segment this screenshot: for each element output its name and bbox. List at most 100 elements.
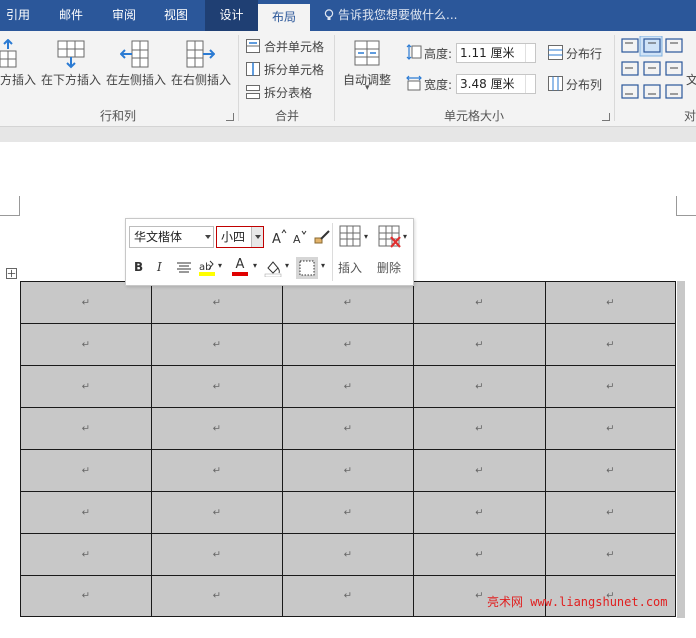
bold-button[interactable]: B (134, 260, 143, 274)
table-cell[interactable]: ↵ (20, 491, 151, 533)
table-cell[interactable]: ↵ (413, 281, 545, 323)
borders-dropdown-icon[interactable]: ▾ (321, 261, 325, 270)
table-cell[interactable]: ↵ (545, 281, 676, 323)
insert-above-button[interactable]: 方插入 (0, 71, 36, 88)
table-cell[interactable]: ↵ (151, 491, 282, 533)
cell-end-mark: ↵ (212, 381, 222, 392)
table-cell[interactable]: ↵ (413, 365, 545, 407)
cell-end-mark: ↵ (475, 465, 484, 476)
insert-right-button[interactable]: 在右侧插入 (171, 71, 231, 88)
table-cell[interactable]: ↵ (545, 323, 676, 365)
split-cells-button[interactable]: 拆分单元格 (264, 61, 324, 78)
grow-font-icon[interactable]: A (271, 229, 287, 245)
font-color-button[interactable]: A (232, 257, 248, 276)
tab-review[interactable]: 审阅 (102, 0, 146, 31)
delete-table-icon[interactable] (378, 225, 402, 249)
cell-size-launcher-icon[interactable] (602, 113, 610, 121)
table-move-handle-icon[interactable] (6, 268, 17, 279)
tab-references[interactable]: 引用 (0, 0, 36, 31)
table-cell[interactable]: ↵ (282, 365, 413, 407)
delete-button[interactable]: 删除 (377, 259, 401, 276)
table-cell[interactable]: ↵ (413, 449, 545, 491)
highlight-color-icon[interactable]: ab (198, 259, 216, 277)
table-cell[interactable]: ↵ (282, 491, 413, 533)
highlight-dropdown-icon[interactable]: ▾ (218, 261, 222, 270)
autofit-dropdown-icon[interactable]: ▾ (365, 83, 370, 93)
font-name-dropdown-icon[interactable] (205, 235, 211, 239)
table-cell[interactable]: ↵ (151, 575, 282, 617)
insert-dropdown-icon[interactable]: ▾ (364, 232, 368, 241)
insert-button[interactable]: 插入 (338, 259, 362, 276)
tab-view[interactable]: 视图 (154, 0, 198, 31)
table-cell[interactable]: ↵ (282, 449, 413, 491)
width-spinner-icon[interactable] (525, 75, 535, 93)
insert-table-icon[interactable] (339, 225, 363, 249)
ribbon-layout-panel: 方插入 在下方插入 在左侧插入 在右侧插入 行和列 合并单元格 拆分单元格 拆分… (0, 31, 696, 127)
ribbon-tab-bar: 引用 邮件 审阅 视图 设计 布局 告诉我您想要做什么... (0, 0, 696, 31)
table-cell[interactable]: ↵ (20, 323, 151, 365)
table-cell[interactable]: ↵ (282, 323, 413, 365)
table-cell[interactable]: ↵ (545, 533, 676, 575)
font-size-dropdown-icon[interactable] (251, 227, 263, 247)
font-name-box[interactable]: 华文楷体 (129, 226, 214, 248)
table-cell[interactable]: ↵ (20, 533, 151, 575)
table-cell[interactable]: ↵ (151, 407, 282, 449)
tab-mailings[interactable]: 邮件 (48, 0, 94, 31)
table-cell[interactable]: ↵ (20, 365, 151, 407)
table-cell[interactable]: ↵ (20, 281, 151, 323)
mini-toolbar: 华文楷体 小四 A A B I ab ▾ A ▾ ▾ ▾ ▾ 插入 ▾ 删除 (125, 218, 414, 286)
table-cell[interactable]: ↵ (413, 491, 545, 533)
table-cell[interactable]: ↵ (545, 365, 676, 407)
table-cell[interactable]: ↵ (545, 407, 676, 449)
table-cell[interactable]: ↵ (151, 533, 282, 575)
shading-icon[interactable] (264, 259, 282, 277)
table-cell[interactable]: ↵ (545, 491, 676, 533)
insert-left-button[interactable]: 在左侧插入 (106, 71, 166, 88)
table-cell[interactable]: ↵ (20, 575, 151, 617)
split-table-button[interactable]: 拆分表格 (264, 84, 312, 101)
height-spinner-icon[interactable] (525, 44, 535, 62)
group-separator (334, 35, 335, 121)
cell-end-mark: ↵ (212, 339, 222, 350)
font-color-dropdown-icon[interactable]: ▾ (253, 261, 257, 270)
watermark-text: 亮术网 www.liangshunet.com (487, 595, 668, 609)
table-cell[interactable]: ↵ (282, 281, 413, 323)
borders-icon[interactable] (296, 257, 318, 279)
table-cell[interactable]: ↵ (151, 281, 282, 323)
center-align-icon[interactable] (176, 261, 192, 275)
alignment-grid-icon[interactable] (620, 36, 686, 102)
shading-dropdown-icon[interactable]: ▾ (285, 261, 289, 270)
tab-table-design[interactable]: 设计 (205, 0, 258, 31)
distribute-columns-button[interactable]: 分布列 (566, 76, 602, 93)
table-cell[interactable]: ↵ (413, 323, 545, 365)
format-painter-icon[interactable] (313, 229, 331, 245)
table-cell[interactable]: ↵ (413, 407, 545, 449)
table-cell[interactable]: ↵ (151, 323, 282, 365)
merge-cells-button[interactable]: 合并单元格 (264, 38, 324, 55)
table-cell[interactable]: ↵ (151, 365, 282, 407)
crop-mark-left (0, 196, 20, 216)
table-cell[interactable]: ↵ (151, 449, 282, 491)
delete-dropdown-icon[interactable]: ▾ (403, 232, 407, 241)
table-cell[interactable]: ↵ (282, 533, 413, 575)
text-direction-button[interactable]: 文 (686, 71, 696, 88)
rows-cols-launcher-icon[interactable] (226, 113, 234, 121)
font-size-value: 小四 (221, 230, 246, 244)
shrink-font-icon[interactable]: A (292, 230, 308, 245)
font-size-box[interactable]: 小四 (216, 226, 264, 248)
distribute-rows-button[interactable]: 分布行 (566, 45, 602, 62)
tell-me-search[interactable]: 告诉我您想要做什么... (324, 0, 457, 31)
cell-end-mark: ↵ (212, 465, 222, 476)
row-height-input[interactable]: 1.11 厘米 (456, 43, 536, 63)
table-cell[interactable]: ↵ (20, 449, 151, 491)
cell-end-mark: ↵ (81, 381, 91, 392)
table-cell[interactable]: ↵ (545, 449, 676, 491)
tab-table-layout[interactable]: 布局 (258, 4, 310, 31)
table-cell[interactable]: ↵ (20, 407, 151, 449)
italic-button[interactable]: I (157, 260, 162, 274)
table-cell[interactable]: ↵ (282, 407, 413, 449)
table-cell[interactable]: ↵ (282, 575, 413, 617)
table-cell[interactable]: ↵ (413, 533, 545, 575)
column-width-input[interactable]: 3.48 厘米 (456, 74, 536, 94)
insert-below-button[interactable]: 在下方插入 (41, 71, 101, 88)
